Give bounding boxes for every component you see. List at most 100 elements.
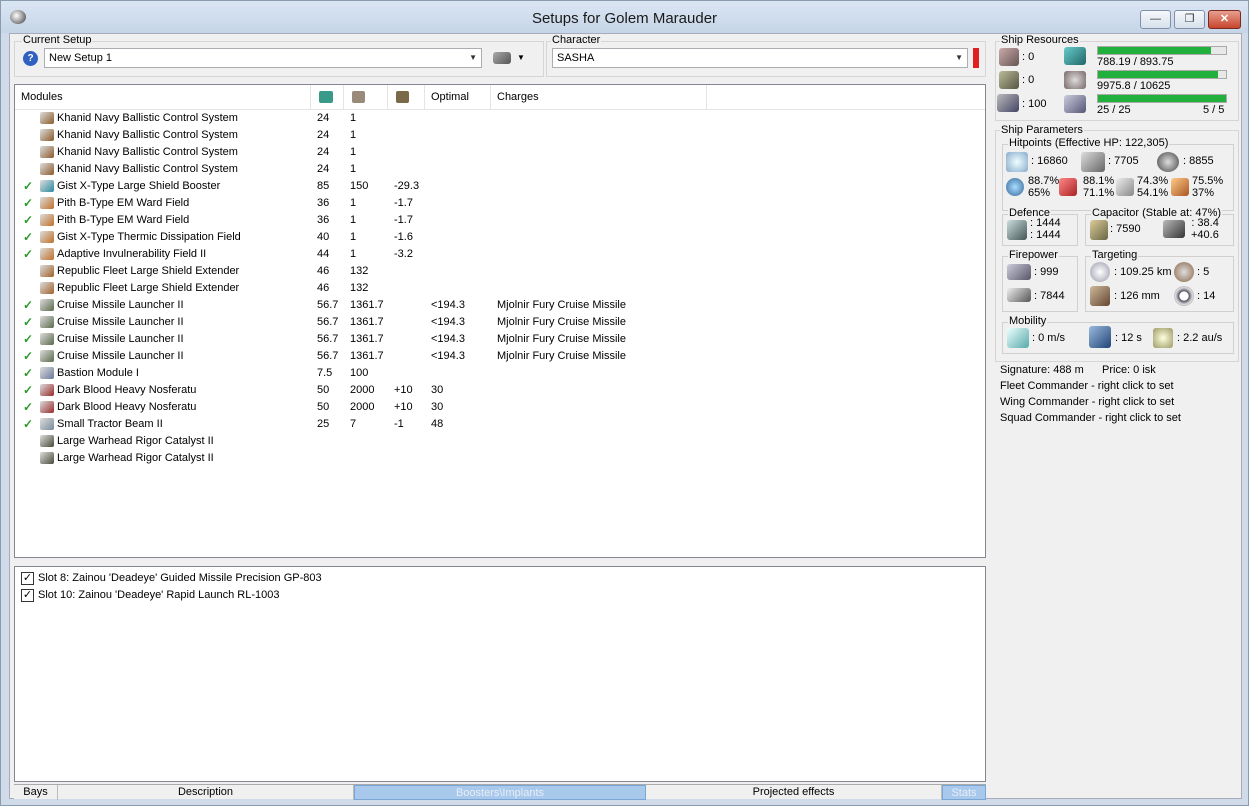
powergrid-value: 9975.8 / 10625 — [1097, 80, 1171, 92]
active-check-icon: ✓ — [23, 230, 34, 244]
minimize-button[interactable]: — — [1140, 10, 1171, 29]
module-row[interactable]: ✓ Bastion Module I 7.5 100 — [15, 365, 975, 382]
module-capacitor: -3.2 — [394, 248, 413, 260]
hitpoints-label: Hitpoints (Effective HP: 122,305) — [1008, 137, 1170, 149]
client-area: Current Setup ? New Setup 1 ▼ ▼ Characte… — [9, 33, 1242, 800]
module-icon — [40, 384, 54, 396]
header-cpu[interactable] — [311, 85, 344, 109]
module-optimal: 30 — [431, 384, 444, 396]
turret-hardpoint-icon — [999, 48, 1019, 66]
active-check-icon: ✓ — [23, 400, 34, 414]
header-capacitor[interactable] — [388, 85, 425, 109]
module-power: 1 — [350, 163, 357, 175]
cpu-icon — [319, 91, 333, 103]
module-name: Dark Blood Heavy Nosferatu — [57, 384, 197, 396]
module-row[interactable]: ✓ Pith B-Type EM Ward Field 36 1 -1.7 — [15, 212, 975, 229]
module-row[interactable]: ✓ Cruise Missile Launcher II 56.7 1361.7 <19… — [15, 331, 975, 348]
module-name: Republic Fleet Large Shield Extender — [57, 265, 240, 277]
dps-value: : 999 — [1034, 266, 1059, 278]
module-row[interactable]: ✓ Gist X-Type Large Shield Booster 85 150 -2… — [15, 178, 975, 195]
tab-boosters-implants[interactable]: Boosters\Implants — [354, 785, 646, 800]
scan-resolution-icon — [1090, 286, 1110, 306]
module-row[interactable]: Large Warhead Rigor Catalyst II — [15, 433, 975, 450]
tab-stats[interactable]: Stats — [942, 785, 986, 800]
title-bar: Setups for Golem Marauder — ❐ ✕ — [1, 1, 1248, 33]
module-row[interactable]: ✓ Small Tractor Beam II 25 7 -1 48 — [15, 416, 975, 433]
module-icon — [40, 435, 54, 447]
implant-checkbox[interactable]: ✓ — [21, 589, 34, 602]
tab-bays[interactable]: Bays — [14, 785, 58, 800]
ship-resources-label: Ship Resources — [1000, 34, 1080, 46]
module-optimal: <194.3 — [431, 299, 465, 311]
module-capacitor: +10 — [394, 401, 413, 413]
active-check-icon: ✓ — [23, 417, 34, 431]
module-power: 150 — [350, 180, 369, 192]
module-row[interactable]: Khanid Navy Ballistic Control System 24 1 — [15, 144, 975, 161]
rig-slots-value: 5 / 5 — [1203, 104, 1225, 116]
implant-item[interactable]: ✓ Slot 8: Zainou 'Deadeye' Guided Missil… — [21, 571, 521, 588]
module-icon — [40, 401, 54, 413]
module-row[interactable]: ✓ Cruise Missile Launcher II 56.7 1361.7 <19… — [15, 314, 975, 331]
setup-select[interactable]: New Setup 1 ▼ — [44, 48, 482, 68]
header-modules[interactable]: Modules — [15, 85, 311, 109]
module-icon — [40, 197, 54, 209]
module-name: Khanid Navy Ballistic Control System — [57, 112, 238, 124]
mobility-label: Mobility — [1008, 315, 1048, 327]
module-row[interactable]: Large Warhead Rigor Catalyst II — [15, 450, 975, 467]
targeting-range-value: : 109.25 km — [1114, 266, 1172, 278]
module-row[interactable]: ✓ Pith B-Type EM Ward Field 36 1 -1.7 — [15, 195, 975, 212]
module-cpu: 24 — [317, 112, 330, 124]
wing-commander-slot[interactable]: Wing Commander - right click to set — [1000, 396, 1174, 408]
squad-commander-slot[interactable]: Squad Commander - right click to set — [1000, 412, 1181, 424]
module-row[interactable]: Khanid Navy Ballistic Control System 24 1 — [15, 161, 975, 178]
module-charge: Mjolnir Fury Cruise Missile — [497, 333, 626, 345]
defence-values: : 1444: 1444 — [1030, 217, 1061, 241]
fleet-commander-slot[interactable]: Fleet Commander - right click to set — [1000, 380, 1174, 392]
module-name: Khanid Navy Ballistic Control System — [57, 129, 238, 141]
module-row[interactable]: ✓ Cruise Missile Launcher II 56.7 1361.7 <19… — [15, 297, 975, 314]
module-cpu: 24 — [317, 129, 330, 141]
module-icon — [40, 129, 54, 141]
kinetic-resist-value: 74.3% 54.1% — [1137, 175, 1169, 199]
active-check-icon: ✓ — [23, 315, 34, 329]
module-name: Gist X-Type Large Shield Booster — [57, 180, 221, 192]
cap-delta-values: : 38.4 +40.6 — [1191, 217, 1219, 241]
tab-projected-effects[interactable]: Projected effects — [646, 785, 942, 800]
help-icon[interactable]: ? — [23, 51, 38, 66]
maximize-button[interactable]: ❐ — [1174, 10, 1205, 29]
module-icon — [40, 316, 54, 328]
module-row[interactable]: ✓ Dark Blood Heavy Nosferatu 50 2000 +10 30 — [15, 399, 975, 416]
module-row[interactable]: ✓ Gist X-Type Thermic Dissipation Field 40… — [15, 229, 975, 246]
header-optimal[interactable]: Optimal — [425, 85, 491, 109]
module-charge: Mjolnir Fury Cruise Missile — [497, 316, 626, 328]
module-optimal: <194.3 — [431, 316, 465, 328]
explosive-resist-icon — [1171, 178, 1189, 196]
module-cpu: 50 — [317, 384, 330, 396]
implant-checkbox[interactable]: ✓ — [21, 572, 34, 585]
character-select[interactable]: SASHA ▼ — [552, 48, 968, 68]
module-row[interactable]: Khanid Navy Ballistic Control System 24 1 — [15, 127, 975, 144]
shield-repair-icon — [1007, 220, 1027, 240]
capacitor-icon — [1090, 220, 1108, 240]
chevron-down-icon: ▼ — [469, 53, 477, 62]
header-charges[interactable]: Charges — [491, 85, 707, 109]
header-power[interactable] — [344, 85, 388, 109]
module-row[interactable]: Republic Fleet Large Shield Extender 46 13… — [15, 280, 975, 297]
ship-icon — [493, 52, 511, 64]
active-check-icon: ✓ — [23, 332, 34, 346]
turret-hardpoints-value: : 0 — [1022, 51, 1035, 63]
module-power: 1 — [350, 197, 357, 209]
module-row[interactable]: Khanid Navy Ballistic Control System 24 1 — [15, 110, 975, 127]
module-row[interactable]: ✓ Cruise Missile Launcher II 56.7 1361.7 <19… — [15, 348, 975, 365]
module-row[interactable]: ✓ Adaptive Invulnerability Field II 44 1 -3.… — [15, 246, 975, 263]
implant-item[interactable]: ✓ Slot 10: Zainou 'Deadeye' Rapid Launch… — [21, 588, 521, 605]
module-name: Large Warhead Rigor Catalyst II — [57, 452, 214, 464]
module-icon — [40, 248, 54, 260]
module-row[interactable]: ✓ Dark Blood Heavy Nosferatu 50 2000 +10 30 — [15, 382, 975, 399]
close-button[interactable]: ✕ — [1208, 10, 1241, 29]
ship-menu-button[interactable]: ▼ — [493, 51, 531, 67]
price-value: Price: 0 isk — [1102, 364, 1156, 376]
module-row[interactable]: Republic Fleet Large Shield Extender 46 13… — [15, 263, 975, 280]
tab-description[interactable]: Description — [58, 785, 354, 800]
module-power: 7 — [350, 418, 357, 430]
